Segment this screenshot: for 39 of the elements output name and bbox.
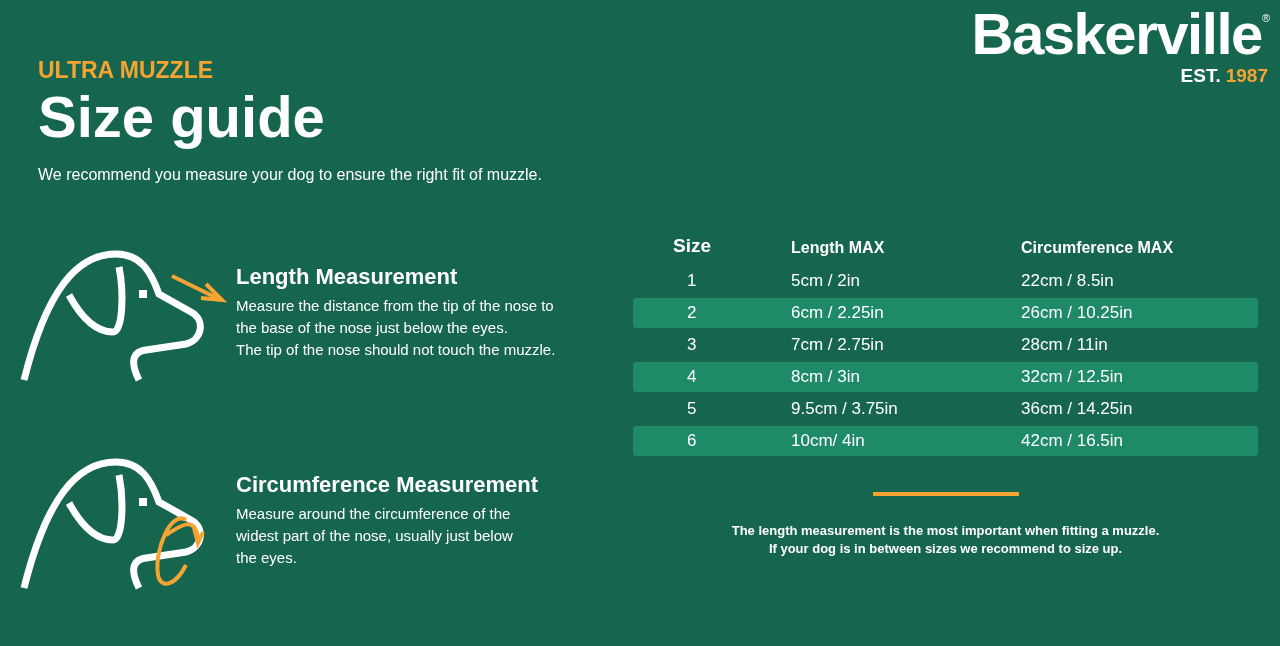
table-cell: 26cm / 10.25in [1021, 303, 1133, 323]
brand-logo: Baskerville [971, 2, 1262, 66]
description-line: The tip of the nose should not touch the muzzle. [236, 340, 556, 360]
arrow-icon [171, 274, 228, 303]
table-cell: 6 [687, 431, 697, 451]
table-cell: 5 [687, 399, 697, 419]
product-eyebrow: ULTRA MUZZLE [38, 56, 213, 84]
table-cell: 1 [687, 271, 697, 291]
table-cell: 9.5cm / 3.75in [791, 399, 898, 419]
table-cell: 36cm / 14.25in [1021, 399, 1133, 419]
column-header: Length MAX [790, 239, 885, 256]
table-cell: 22cm / 8.5in [1021, 271, 1114, 291]
registered-mark: ® [1261, 11, 1270, 24]
table-cell: 4 [687, 367, 697, 387]
note-line: The length measurement is the most important when fitting a muzzle. [731, 522, 1160, 540]
description-line: the eyes. [236, 548, 297, 568]
table-cell: 8cm / 3in [791, 367, 860, 387]
table-cell: 32cm / 12.5in [1021, 367, 1124, 387]
table-cell: 6cm / 2.25in [791, 303, 884, 323]
page-title: Size guide [38, 85, 325, 149]
table-cell: 42cm / 16.5in [1021, 431, 1124, 451]
table-cell: 10cm/ 4in [791, 431, 865, 451]
section-heading: Circumference Measurement [236, 471, 538, 499]
table-cell: 2 [687, 303, 697, 323]
description-line: Measure the distance from the tip of the nose to [236, 296, 554, 316]
description-line: the base of the nose just below the eyes. [236, 318, 508, 338]
column-header: Size [673, 234, 712, 256]
column-header: Circumference MAX [1020, 239, 1174, 256]
table-cell: 7cm / 2.75in [791, 335, 884, 355]
note-line: If your dog is in between sizes we recommend to size up. [768, 540, 1123, 558]
established-year: 1987 [1225, 66, 1268, 86]
description-line: Measure around the circumference of the [236, 504, 511, 524]
description-line: widest part of the nose, usually just below [236, 526, 513, 546]
table-cell: 28cm / 11in [1021, 335, 1108, 355]
table-cell: 5cm / 2in [791, 271, 860, 291]
established-label: EST. [1180, 66, 1221, 86]
intro-text: We recommend you measure your dog to ensure the right fit of muzzle. [38, 165, 542, 185]
table-cell: 3 [687, 335, 697, 355]
section-heading: Length Measurement [236, 263, 458, 291]
